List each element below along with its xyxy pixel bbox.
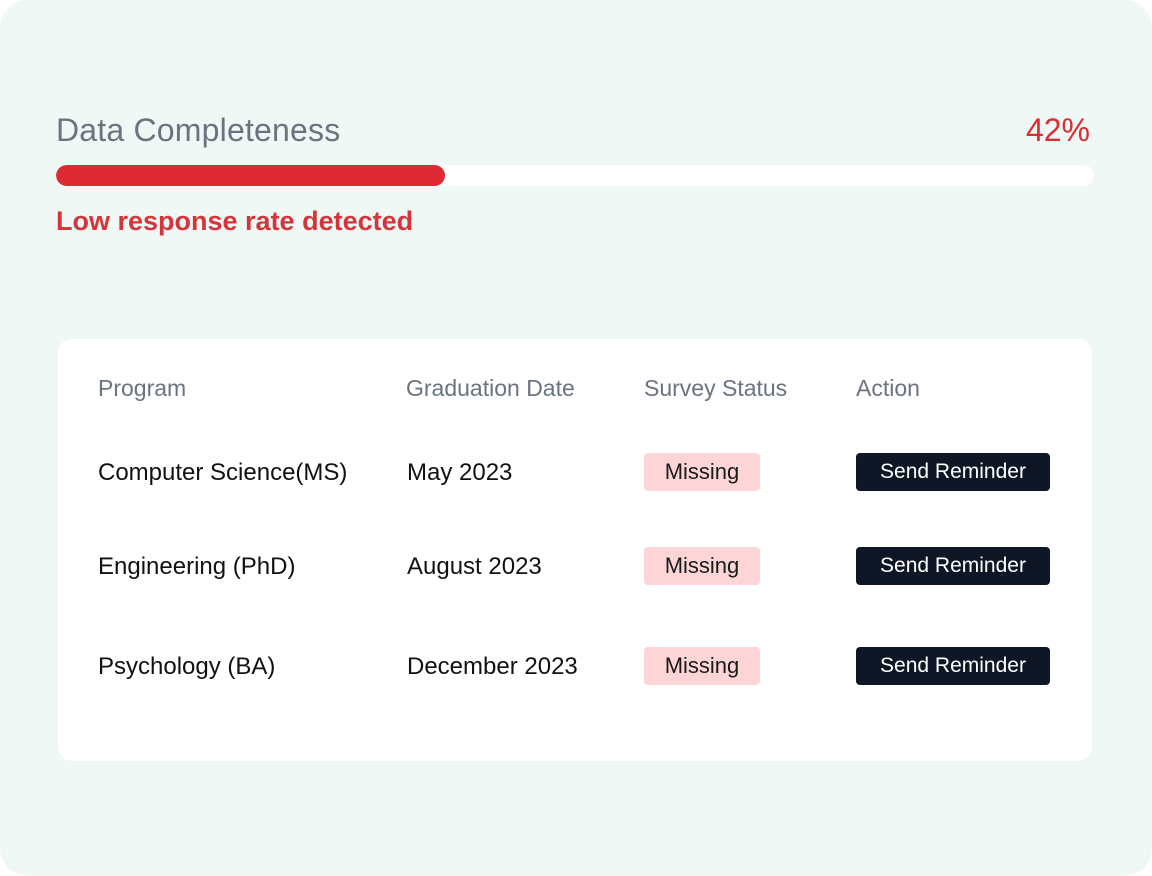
- column-header-program: Program: [98, 375, 187, 401]
- table-row: Psychology (BA) December 2023 Missing Se…: [58, 647, 1092, 687]
- dashboard-panel: Data Completeness 42% Low response rate …: [0, 0, 1152, 876]
- completeness-progress-fill: [56, 165, 446, 186]
- survey-table-card: Program Graduation Date Survey Status Ac…: [58, 339, 1092, 761]
- graduation-date-cell: December 2023: [407, 653, 578, 680]
- graduation-date-cell: August 2023: [407, 553, 542, 580]
- table-row: Computer Science(MS) May 2023 Missing Se…: [58, 453, 1092, 493]
- completeness-progress-track: [56, 165, 1094, 186]
- column-header-graduation-date: Graduation Date: [406, 375, 575, 401]
- completeness-header: Data Completeness 42%: [56, 108, 1094, 156]
- completeness-title: Data Completeness: [56, 112, 341, 148]
- send-reminder-button[interactable]: Send Reminder: [856, 547, 1050, 585]
- program-cell: Engineering (PhD): [98, 553, 296, 580]
- column-header-action: Action: [856, 375, 920, 401]
- send-reminder-button[interactable]: Send Reminder: [856, 647, 1050, 685]
- status-badge: Missing: [644, 547, 760, 585]
- graduation-date-cell: May 2023: [407, 459, 513, 486]
- column-header-survey-status: Survey Status: [644, 375, 788, 401]
- send-reminder-button[interactable]: Send Reminder: [856, 453, 1050, 491]
- status-badge: Missing: [644, 453, 760, 491]
- program-cell: Psychology (BA): [98, 653, 276, 680]
- completeness-section: Data Completeness 42% Low response rate …: [56, 108, 1094, 236]
- table-row: Engineering (PhD) August 2023 Missing Se…: [58, 547, 1092, 587]
- status-badge: Missing: [644, 647, 760, 685]
- program-cell: Computer Science(MS): [98, 459, 348, 486]
- low-response-warning: Low response rate detected: [56, 206, 414, 236]
- completeness-percent: 42%: [1025, 112, 1090, 148]
